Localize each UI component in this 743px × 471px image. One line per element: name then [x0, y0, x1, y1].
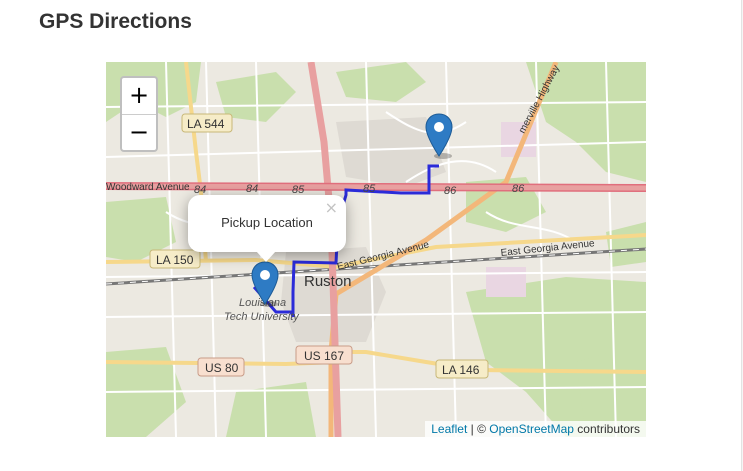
- osm-link[interactable]: OpenStreetMap: [489, 422, 574, 436]
- zoom-in-button[interactable]: +: [122, 78, 156, 115]
- map-tiles: LA 544 LA 150 US 80 US 167 LA 146 Ruston…: [106, 62, 646, 437]
- gps-card: GPS Directions LA 544 LA 150 US 80 US 16…: [0, 0, 742, 471]
- popup-text: Pickup Location: [221, 215, 313, 230]
- page-title: GPS Directions: [39, 10, 192, 33]
- label-woodward: Woodward Avenue: [106, 182, 190, 193]
- label-us167: US 167: [304, 349, 344, 363]
- pickup-marker-icon[interactable]: [250, 260, 280, 308]
- leaflet-link[interactable]: Leaflet: [431, 422, 467, 436]
- label-la150: LA 150: [156, 253, 194, 267]
- label-84b: 84: [246, 183, 258, 195]
- label-tech: Tech University: [224, 311, 300, 323]
- zoom-out-button[interactable]: −: [122, 115, 156, 151]
- label-ruston: Ruston: [304, 273, 352, 290]
- popup-tip: [256, 251, 276, 262]
- label-86b: 86: [512, 183, 525, 195]
- label-la544: LA 544: [187, 117, 225, 131]
- label-us80: US 80: [205, 361, 239, 375]
- map-attribution: Leaflet | © OpenStreetMap contributors: [425, 421, 646, 437]
- attribution-separator: | ©: [467, 422, 490, 436]
- destination-marker-icon[interactable]: [424, 112, 454, 160]
- attribution-suffix: contributors: [573, 422, 640, 436]
- label-86a: 86: [444, 185, 457, 197]
- map-view[interactable]: LA 544 LA 150 US 80 US 167 LA 146 Ruston…: [106, 62, 646, 437]
- label-85b: 85: [363, 183, 376, 195]
- zoom-control: + −: [120, 76, 158, 152]
- label-la146: LA 146: [442, 363, 480, 377]
- pickup-popup: × Pickup Location: [188, 195, 346, 252]
